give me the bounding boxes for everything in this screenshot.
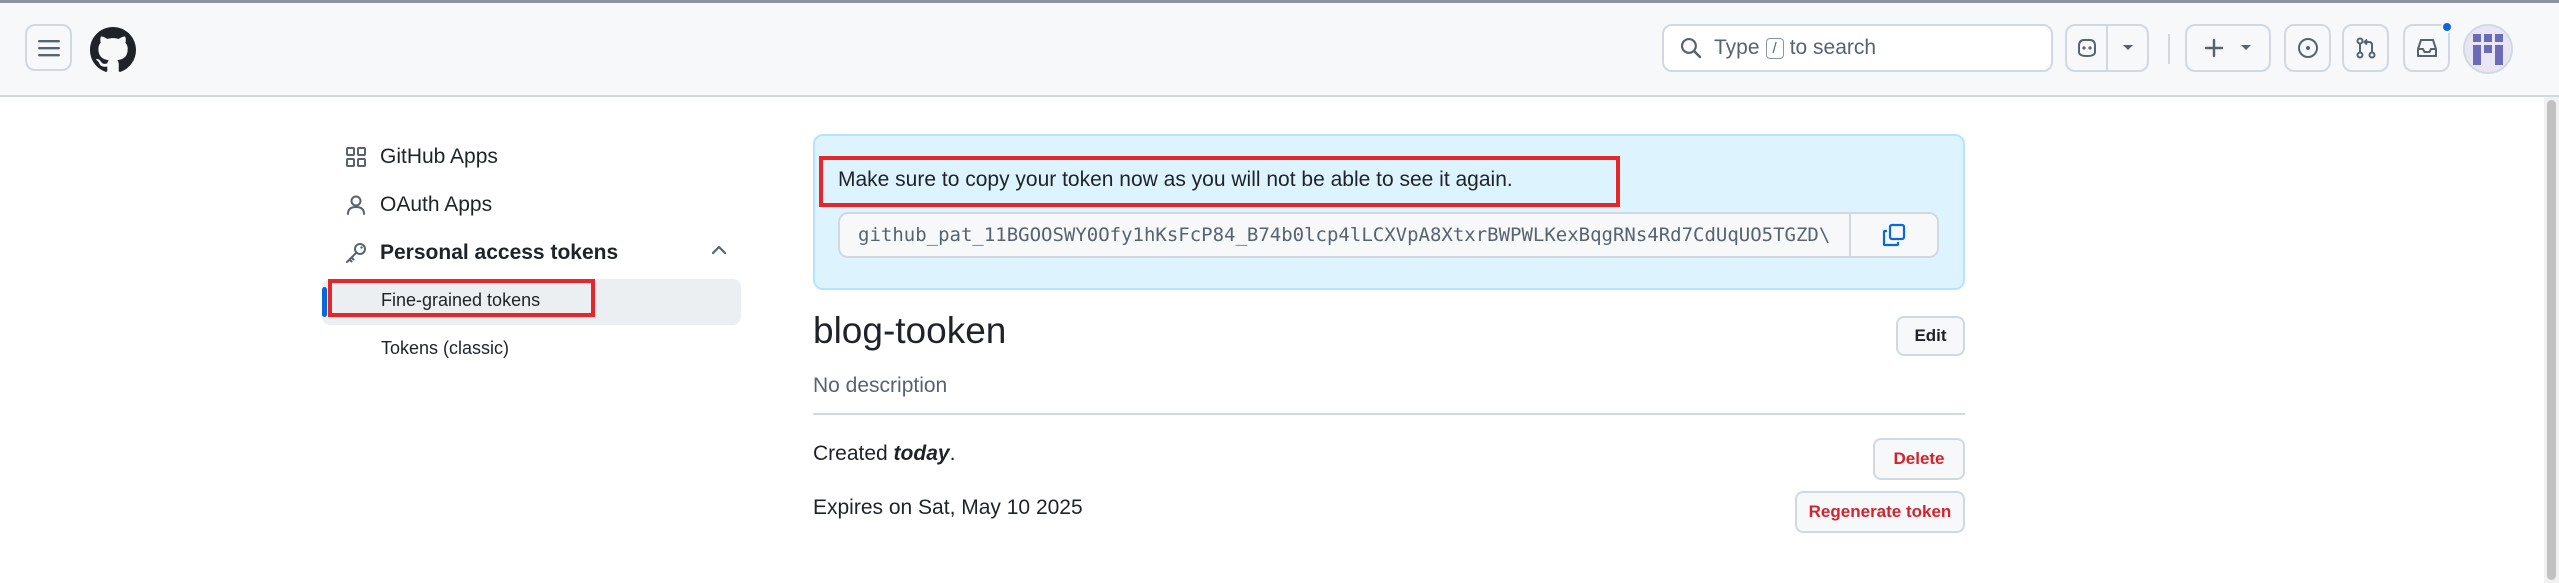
sidebar-item-oauth-apps[interactable]: OAuth Apps [344, 190, 492, 220]
github-logo[interactable] [90, 27, 136, 73]
edit-button[interactable]: Edit [1896, 316, 1965, 356]
regenerate-token-button[interactable]: Regenerate token [1795, 491, 1965, 533]
chevron-up-icon[interactable] [710, 241, 728, 259]
annotation-highlight-fine-grained [328, 279, 595, 317]
search-icon [1680, 37, 1702, 59]
unread-notification-dot [2441, 21, 2453, 33]
sidebar-item-personal-access-tokens[interactable]: Personal access tokens [344, 238, 728, 268]
chevron-down-icon [2122, 45, 2133, 50]
sidebar-item-label: GitHub Apps [380, 145, 498, 168]
search-input[interactable]: Type / to search [1662, 24, 2053, 72]
copy-icon [1882, 223, 1906, 247]
sidebar-item-label: Personal access tokens [380, 241, 619, 264]
sidebar-item-label: OAuth Apps [380, 193, 493, 216]
selected-indicator [322, 287, 327, 317]
inbox-icon [2416, 39, 2437, 57]
identicon-image [2465, 26, 2511, 72]
avatar[interactable] [2463, 24, 2513, 74]
token-value-field: github_pat_11BGOOSWY0Ofy1hKsFcP84_B74b0l… [838, 212, 1939, 258]
issues-button[interactable] [2284, 24, 2331, 72]
create-new-button[interactable] [2185, 24, 2271, 72]
search-placeholder-post: to search [1789, 36, 1877, 59]
menu-button[interactable] [25, 24, 72, 71]
token-description: No description [813, 374, 948, 397]
scrollbar-thumb[interactable] [2547, 100, 2556, 580]
search-placeholder-pre: Type [1714, 36, 1760, 59]
token-expiration: Expires on Sat, May 10 2025 [813, 496, 1083, 519]
person-icon [344, 193, 368, 217]
created-value: today [893, 442, 950, 465]
created-suffix: . [949, 442, 956, 465]
created-prefix: Created [813, 442, 894, 465]
copy-token-button[interactable] [1849, 214, 1937, 256]
hamburger-icon [37, 39, 60, 56]
token-created: Created today. [813, 442, 955, 466]
copilot-button[interactable] [2067, 26, 2106, 70]
global-header [0, 3, 2559, 97]
delete-button[interactable]: Delete [1873, 438, 1965, 480]
search-shortcut-key: / [1765, 37, 1784, 59]
copilot-dropdown-button[interactable] [2106, 26, 2147, 70]
apps-icon [344, 145, 368, 169]
token-value[interactable]: github_pat_11BGOOSWY0Ofy1hKsFcP84_B74b0l… [840, 214, 1849, 256]
plus-icon [2204, 38, 2224, 58]
sidebar-item-github-apps[interactable]: GitHub Apps [344, 142, 498, 172]
header-divider [2168, 34, 2170, 64]
token-name-heading: blog-tooken [813, 310, 1007, 351]
annotation-highlight-flash-message [819, 156, 1620, 207]
pull-requests-button[interactable] [2342, 24, 2389, 72]
copilot-button-group [2065, 24, 2149, 72]
issue-icon [2297, 38, 2318, 58]
pull-request-icon [2356, 37, 2375, 59]
chevron-down-icon [2241, 45, 2251, 50]
sidebar-subitem-tokens-classic[interactable]: Tokens (classic) [381, 338, 509, 359]
section-divider [813, 413, 1965, 415]
key-icon [344, 241, 368, 265]
copilot-icon [2077, 39, 2096, 58]
